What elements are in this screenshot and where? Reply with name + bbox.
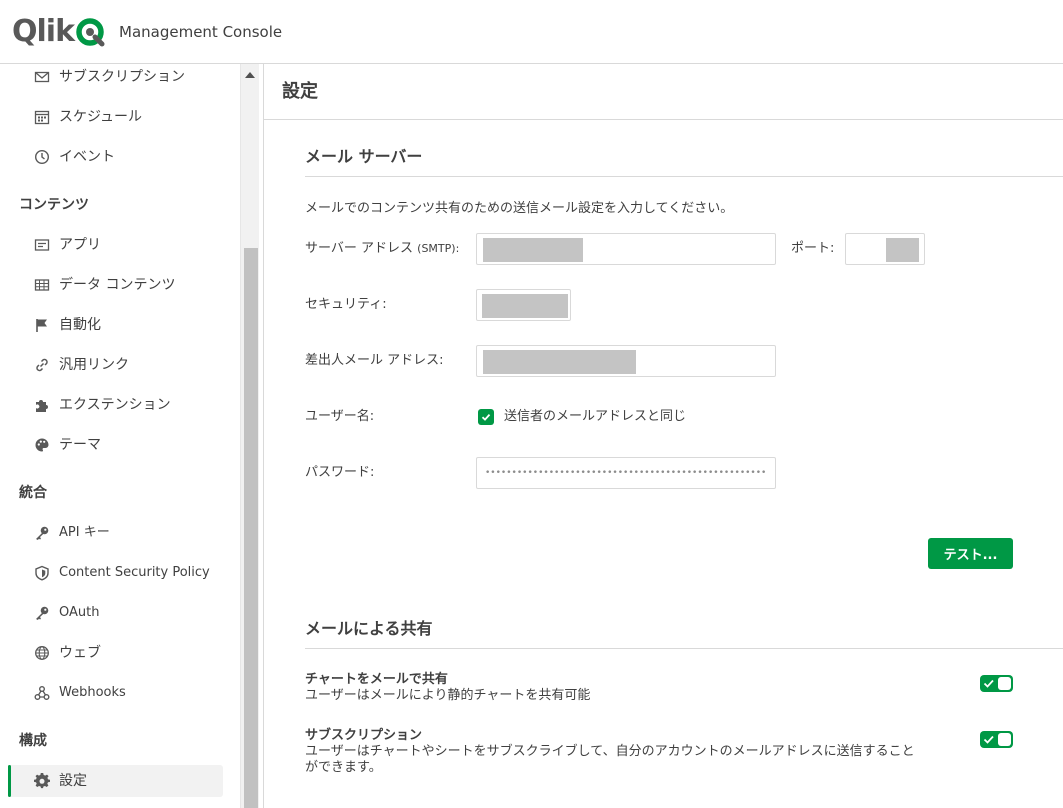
sidebar-item-extensions[interactable]: エクステンション — [8, 389, 223, 421]
server-address-label-text: サーバー アドレス — [305, 241, 414, 256]
password-value: ••••••••••••••••••••••••••••••••••••••••… — [485, 468, 765, 478]
security-label: セキュリティ: — [305, 297, 387, 312]
qlik-logo[interactable]: Qlik — [12, 14, 106, 50]
sidebar-item-label: 設定 — [59, 773, 87, 789]
globe-icon — [34, 645, 50, 661]
envelope-icon — [34, 69, 50, 85]
sidebar-section-content: コンテンツ — [19, 197, 89, 213]
server-address-label-suffix: (SMTP): — [417, 242, 460, 255]
sidebar-item-label: エクステンション — [59, 397, 171, 413]
key-icon — [34, 525, 50, 541]
sidebar-item-api-keys[interactable]: API キー — [8, 517, 223, 549]
sidebar-item-label: OAuth — [59, 605, 100, 620]
gear-icon — [34, 772, 50, 789]
app-icon — [34, 237, 50, 253]
sidebar-item-generic-links[interactable]: 汎用リンク — [8, 349, 223, 381]
toggle-knob — [998, 677, 1011, 690]
share-chart-toggle[interactable] — [980, 675, 1013, 692]
port-input[interactable] — [845, 233, 925, 265]
sidebar-item-label: アプリ — [59, 237, 101, 253]
scroll-up-arrow-icon[interactable] — [245, 72, 255, 78]
password-input[interactable]: ••••••••••••••••••••••••••••••••••••••••… — [476, 457, 776, 489]
sidebar-item-webhooks[interactable]: Webhooks — [8, 677, 223, 709]
sidebar-item-label: データ コンテンツ — [59, 277, 176, 293]
check-icon — [983, 679, 994, 688]
sidebar-item-apps[interactable]: アプリ — [8, 229, 223, 261]
sidebar-item-label: イベント — [59, 149, 115, 165]
redacted-value — [483, 350, 636, 374]
sidebar-item-oauth[interactable]: OAuth — [8, 597, 223, 629]
page-title: 設定 — [282, 81, 318, 102]
sidebar-item-label: 汎用リンク — [59, 357, 129, 373]
puzzle-icon — [34, 397, 50, 413]
webhooks-icon — [34, 685, 50, 701]
same-as-sender-checkbox[interactable] — [478, 409, 494, 425]
test-button[interactable]: テスト... — [928, 538, 1013, 569]
check-icon — [983, 735, 994, 744]
sidebar-scrollbar[interactable] — [240, 64, 259, 808]
sidebar-section-integration: 統合 — [19, 485, 47, 501]
sidebar-item-events[interactable]: イベント — [8, 141, 223, 173]
title-divider — [264, 119, 1063, 120]
app-header: Qlik Management Console — [0, 0, 1063, 64]
sidebar-nav: サブスクリプション スケジュール イベント コンテンツ アプリ データ コンテン… — [0, 64, 240, 808]
port-label: ポート: — [791, 241, 835, 256]
scroll-thumb[interactable] — [244, 248, 258, 808]
password-label: パスワード: — [305, 465, 375, 480]
sidebar-item-data-content[interactable]: データ コンテンツ — [8, 269, 223, 301]
email-sharing-section-title: メールによる共有 — [305, 619, 433, 638]
subscriptions-title: サブスクリプション — [305, 728, 423, 743]
sidebar-item-automation[interactable]: 自動化 — [8, 309, 223, 341]
security-select[interactable] — [476, 289, 571, 321]
sidebar-item-web[interactable]: ウェブ — [8, 637, 223, 669]
subscriptions-toggle[interactable] — [980, 731, 1013, 748]
sidebar-item-label: Webhooks — [59, 685, 126, 700]
toggle-knob — [998, 733, 1011, 746]
section-divider — [305, 648, 1063, 649]
sidebar-item-label: Content Security Policy — [59, 565, 210, 580]
calendar-icon — [34, 109, 50, 125]
redacted-value — [482, 294, 568, 318]
mail-server-section-title: メール サーバー — [305, 147, 423, 166]
main-content: 設定 メール サーバー メールでのコンテンツ共有のための送信メール設定を入力して… — [264, 64, 1063, 808]
sidebar-item-label: 自動化 — [59, 317, 101, 333]
redacted-value — [483, 238, 583, 262]
link-icon — [34, 357, 50, 373]
server-address-label: サーバー アドレス (SMTP): — [305, 240, 459, 258]
sidebar-item-label: スケジュール — [59, 109, 143, 125]
mail-server-description: メールでのコンテンツ共有のための送信メール設定を入力してください。 — [305, 201, 734, 216]
sidebar-item-label: テーマ — [59, 437, 101, 453]
redacted-value — [886, 238, 919, 262]
key-icon — [34, 605, 50, 621]
sidebar-item-label: ウェブ — [59, 645, 101, 661]
section-divider — [305, 176, 1063, 177]
sidebar-section-config: 構成 — [19, 733, 47, 749]
clock-icon — [34, 149, 50, 165]
subscriptions-description: ユーザーはチャートやシートをサブスクライブして、自分のアカウントのメールアドレス… — [305, 744, 915, 775]
sidebar-item-content-security-policy[interactable]: Content Security Policy — [8, 557, 223, 589]
share-chart-description: ユーザーはメールにより静的チャートを共有可能 — [305, 688, 591, 703]
sidebar-item-themes[interactable]: テーマ — [8, 429, 223, 461]
sender-email-label: 差出人メール アドレス: — [305, 353, 444, 368]
same-as-sender-label: 送信者のメールアドレスと同じ — [504, 409, 687, 424]
check-icon — [481, 413, 491, 421]
logo-text: Qlik — [12, 14, 75, 49]
palette-icon — [34, 437, 50, 453]
shield-icon — [34, 565, 50, 581]
qlik-q-icon — [76, 17, 106, 47]
server-address-input[interactable] — [476, 233, 776, 265]
sidebar-item-label: API キー — [59, 525, 110, 540]
username-label: ユーザー名: — [305, 409, 375, 424]
sidebar-item-subscriptions[interactable]: サブスクリプション — [8, 64, 223, 93]
app-name: Management Console — [119, 23, 283, 41]
share-chart-title: チャートをメールで共有 — [305, 672, 448, 687]
sidebar-item-schedule[interactable]: スケジュール — [8, 101, 223, 133]
flag-icon — [34, 317, 50, 333]
table-icon — [34, 277, 50, 293]
sender-email-input[interactable] — [476, 345, 776, 377]
sidebar-item-settings[interactable]: 設定 — [8, 765, 223, 797]
sidebar-item-label: サブスクリプション — [59, 69, 185, 85]
